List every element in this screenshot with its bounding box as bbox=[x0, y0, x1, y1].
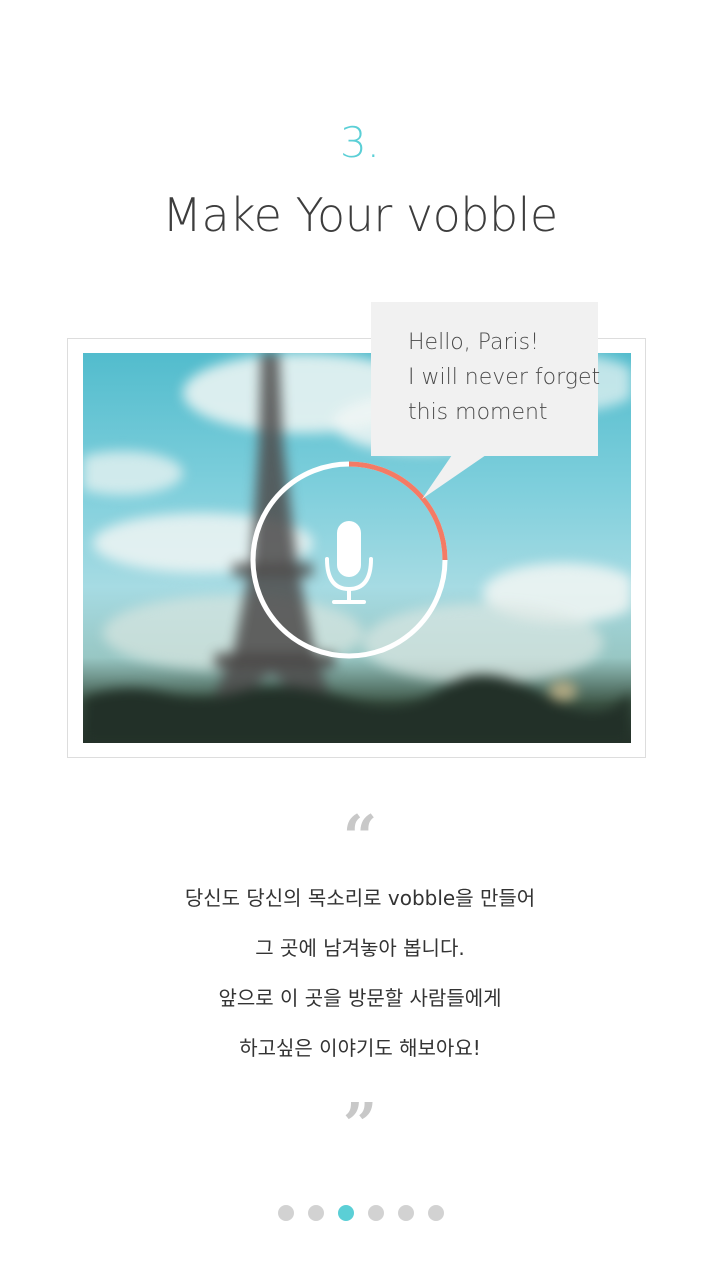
bubble-text-line: I will never forget bbox=[408, 365, 601, 390]
step-title: Make Your vobble bbox=[162, 188, 558, 242]
close-quote-icon: ” bbox=[342, 1091, 378, 1161]
speech-bubble: Hello, Paris! I will never forget this m… bbox=[371, 302, 601, 456]
description-line: 앞으로 이 곳을 방문할 사람들에게 bbox=[218, 986, 502, 1010]
bubble-text-line: this moment bbox=[408, 400, 548, 425]
description-line: 하고싶은 이야기도 해보아요! bbox=[239, 1036, 481, 1060]
page-dot[interactable] bbox=[308, 1205, 324, 1221]
page-dot[interactable] bbox=[428, 1205, 444, 1221]
open-quote-icon: “ bbox=[342, 803, 378, 873]
bubble-text-line: Hello, Paris! bbox=[408, 330, 539, 355]
page-dot[interactable] bbox=[368, 1205, 384, 1221]
onboarding-page: 3. Make Your vobble Hello, Paris! I will… bbox=[0, 0, 720, 1280]
description-line: 그 곳에 남겨놓아 봅니다. bbox=[255, 936, 465, 960]
page-dot-active[interactable] bbox=[338, 1205, 354, 1221]
microphone-icon bbox=[325, 521, 373, 604]
record-button[interactable] bbox=[250, 461, 448, 659]
page-indicator[interactable] bbox=[278, 1205, 444, 1221]
speech-bubble-tail bbox=[422, 455, 486, 499]
description-line: 당신도 당신의 목소리로 vobble을 만들어 bbox=[184, 886, 536, 910]
page-dot[interactable] bbox=[398, 1205, 414, 1221]
page-dot[interactable] bbox=[278, 1205, 294, 1221]
step-number: 3. bbox=[339, 118, 381, 167]
